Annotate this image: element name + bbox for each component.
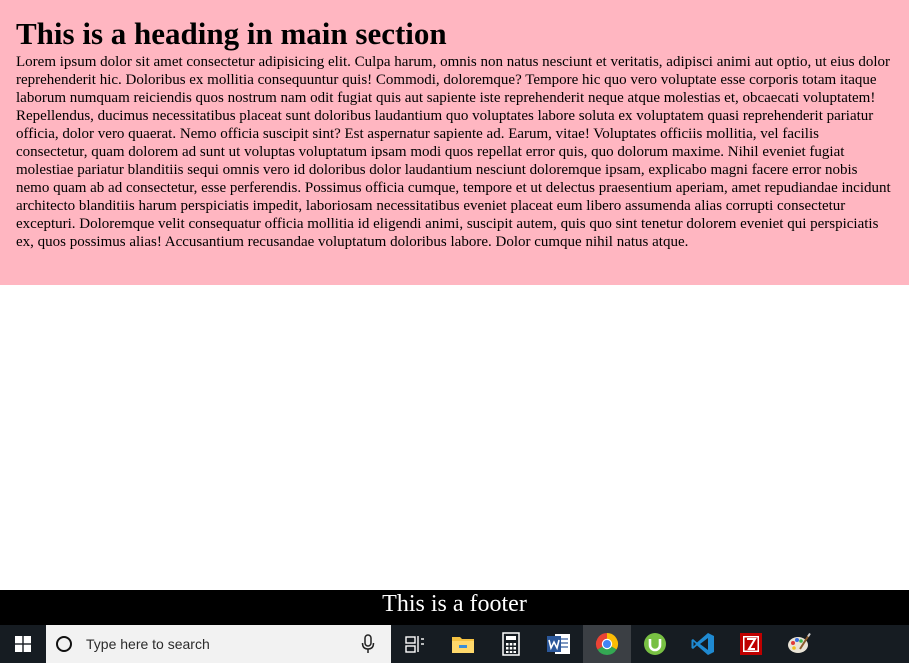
page-footer: This is a footer bbox=[0, 590, 909, 625]
search-placeholder: Type here to search bbox=[86, 636, 210, 652]
cortana-icon bbox=[56, 636, 72, 652]
chrome-icon bbox=[595, 633, 619, 656]
utorrent-button[interactable] bbox=[631, 625, 679, 663]
task-view-icon bbox=[405, 636, 424, 653]
chrome-button[interactable] bbox=[583, 625, 631, 663]
word-icon bbox=[547, 634, 570, 654]
file-explorer-icon bbox=[452, 637, 474, 653]
task-view-button[interactable] bbox=[391, 625, 439, 663]
vscode-button[interactable] bbox=[679, 625, 727, 663]
main-paragraph: Lorem ipsum dolor sit amet consectetur a… bbox=[16, 54, 891, 250]
microphone-icon[interactable] bbox=[361, 634, 375, 654]
utorrent-icon bbox=[644, 633, 666, 655]
paint-icon bbox=[788, 632, 811, 653]
start-button[interactable] bbox=[0, 625, 46, 663]
taskbar-search-box[interactable]: Type here to search bbox=[46, 625, 391, 663]
word-button[interactable] bbox=[535, 625, 583, 663]
main-section: This is a heading in main section Lorem … bbox=[0, 0, 909, 285]
vscode-icon bbox=[691, 633, 714, 655]
filezilla-button[interactable] bbox=[727, 625, 775, 663]
calculator-icon bbox=[502, 632, 520, 656]
paint-button[interactable] bbox=[775, 625, 823, 663]
filezilla-icon bbox=[740, 633, 762, 655]
file-explorer-button[interactable] bbox=[439, 625, 487, 663]
windows-start-icon bbox=[15, 636, 31, 652]
calculator-button[interactable] bbox=[487, 625, 535, 663]
footer-text: This is a footer bbox=[382, 591, 527, 617]
main-heading: This is a heading in main section bbox=[16, 16, 447, 51]
taskbar: Type here to search bbox=[0, 625, 909, 663]
